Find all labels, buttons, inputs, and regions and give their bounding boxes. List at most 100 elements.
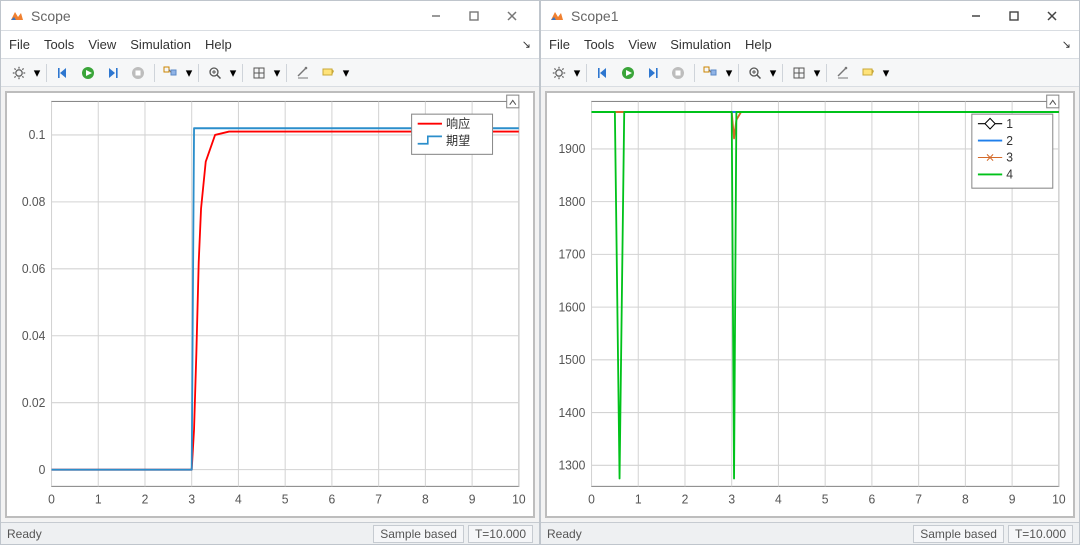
svg-text:1500: 1500 (558, 353, 585, 367)
settings-gear-icon[interactable] (547, 62, 571, 84)
status-ready: Ready (547, 527, 582, 541)
menubar: File Tools View Simulation Help ↘ (1, 31, 539, 59)
menu-simulation[interactable]: Simulation (670, 37, 731, 52)
svg-text:8: 8 (962, 492, 969, 506)
svg-text:8: 8 (422, 492, 429, 506)
svg-text:0.08: 0.08 (22, 195, 46, 209)
dock-icon[interactable]: ↘ (522, 38, 531, 51)
toolbar: ▾ ▾ ▾ ▾ ▾ (541, 59, 1079, 87)
measurement-icon[interactable] (831, 62, 855, 84)
menu-tools[interactable]: Tools (584, 37, 614, 52)
step-back-icon[interactable] (51, 62, 75, 84)
maximize-button[interactable] (455, 4, 493, 28)
svg-text:1900: 1900 (558, 142, 585, 156)
svg-text:3: 3 (728, 492, 735, 506)
svg-text:3: 3 (188, 492, 195, 506)
svg-text:0: 0 (588, 492, 595, 506)
run-icon[interactable] (76, 62, 100, 84)
menubar: File Tools View Simulation Help ↘ (541, 31, 1079, 59)
run-icon[interactable] (616, 62, 640, 84)
signal-selector-icon[interactable] (159, 62, 183, 84)
svg-text:0: 0 (39, 463, 46, 477)
close-button[interactable] (1033, 4, 1071, 28)
svg-text:4: 4 (775, 492, 782, 506)
svg-text:1700: 1700 (558, 247, 585, 261)
svg-text:9: 9 (469, 492, 476, 506)
step-back-icon[interactable] (591, 62, 615, 84)
status-mode: Sample based (913, 525, 1004, 543)
highlight-icon[interactable] (856, 62, 880, 84)
settings-dropdown-icon[interactable]: ▾ (32, 65, 42, 81)
signal-selector-dropdown-icon[interactable]: ▾ (724, 65, 734, 81)
minimize-button[interactable] (417, 4, 455, 28)
stop-icon[interactable] (126, 62, 150, 84)
minimize-button[interactable] (957, 4, 995, 28)
highlight-dropdown-icon[interactable]: ▾ (881, 65, 891, 81)
menu-file[interactable]: File (549, 37, 570, 52)
dock-icon[interactable]: ↘ (1062, 38, 1071, 51)
status-time: T=10.000 (468, 525, 533, 543)
settings-gear-icon[interactable] (7, 62, 31, 84)
titlebar: Scope (1, 1, 539, 31)
svg-text:1400: 1400 (558, 406, 585, 420)
statusbar: Ready Sample based T=10.000 (541, 522, 1079, 544)
stop-icon[interactable] (666, 62, 690, 84)
signal-selector-icon[interactable] (699, 62, 723, 84)
autoscale-icon[interactable] (787, 62, 811, 84)
menu-view[interactable]: View (628, 37, 656, 52)
svg-text:1300: 1300 (558, 458, 585, 472)
svg-text:6: 6 (329, 492, 336, 506)
svg-text:10: 10 (512, 492, 526, 506)
status-time: T=10.000 (1008, 525, 1073, 543)
matlab-icon (9, 8, 25, 24)
menu-help[interactable]: Help (205, 37, 232, 52)
svg-text:1800: 1800 (558, 195, 585, 209)
menu-simulation[interactable]: Simulation (130, 37, 191, 52)
toolbar: ▾ ▾ ▾ ▾ ▾ (1, 59, 539, 87)
svg-text:0.1: 0.1 (29, 128, 46, 142)
statusbar: Ready Sample based T=10.000 (1, 522, 539, 544)
zoom-icon[interactable] (743, 62, 767, 84)
autoscale-icon[interactable] (247, 62, 271, 84)
svg-text:响应: 响应 (446, 116, 470, 131)
scope-window: Scope File Tools View Simulation Help ↘ … (0, 0, 540, 545)
plot-area-right[interactable]: 0123456789101300140015001600170018001900… (545, 91, 1075, 518)
maximize-button[interactable] (995, 4, 1033, 28)
svg-text:期望: 期望 (446, 133, 470, 148)
window-title: Scope1 (571, 8, 618, 24)
svg-text:5: 5 (282, 492, 289, 506)
svg-text:0.02: 0.02 (22, 396, 46, 410)
menu-tools[interactable]: Tools (44, 37, 74, 52)
menu-help[interactable]: Help (745, 37, 772, 52)
svg-text:4: 4 (235, 492, 242, 506)
zoom-icon[interactable] (203, 62, 227, 84)
svg-text:1: 1 (1006, 117, 1013, 131)
step-forward-icon[interactable] (641, 62, 665, 84)
settings-dropdown-icon[interactable]: ▾ (572, 65, 582, 81)
highlight-icon[interactable] (316, 62, 340, 84)
scope1-window: Scope1 File Tools View Simulation Help ↘… (540, 0, 1080, 545)
svg-text:10: 10 (1052, 492, 1066, 506)
svg-text:2: 2 (682, 492, 689, 506)
svg-text:2: 2 (1006, 134, 1013, 148)
titlebar: Scope1 (541, 1, 1079, 31)
step-forward-icon[interactable] (101, 62, 125, 84)
autoscale-dropdown-icon[interactable]: ▾ (812, 65, 822, 81)
svg-text:1600: 1600 (558, 300, 585, 314)
highlight-dropdown-icon[interactable]: ▾ (341, 65, 351, 81)
zoom-dropdown-icon[interactable]: ▾ (768, 65, 778, 81)
autoscale-dropdown-icon[interactable]: ▾ (272, 65, 282, 81)
menu-view[interactable]: View (88, 37, 116, 52)
close-button[interactable] (493, 4, 531, 28)
zoom-dropdown-icon[interactable]: ▾ (228, 65, 238, 81)
svg-text:1: 1 (95, 492, 102, 506)
plot-area-left[interactable]: 01234567891000.020.040.060.080.1响应期望 (5, 91, 535, 518)
status-ready: Ready (7, 527, 42, 541)
menu-file[interactable]: File (9, 37, 30, 52)
measurement-icon[interactable] (291, 62, 315, 84)
status-mode: Sample based (373, 525, 464, 543)
svg-text:3: 3 (1006, 150, 1013, 164)
signal-selector-dropdown-icon[interactable]: ▾ (184, 65, 194, 81)
svg-text:0.04: 0.04 (22, 329, 46, 343)
svg-text:7: 7 (375, 492, 382, 506)
